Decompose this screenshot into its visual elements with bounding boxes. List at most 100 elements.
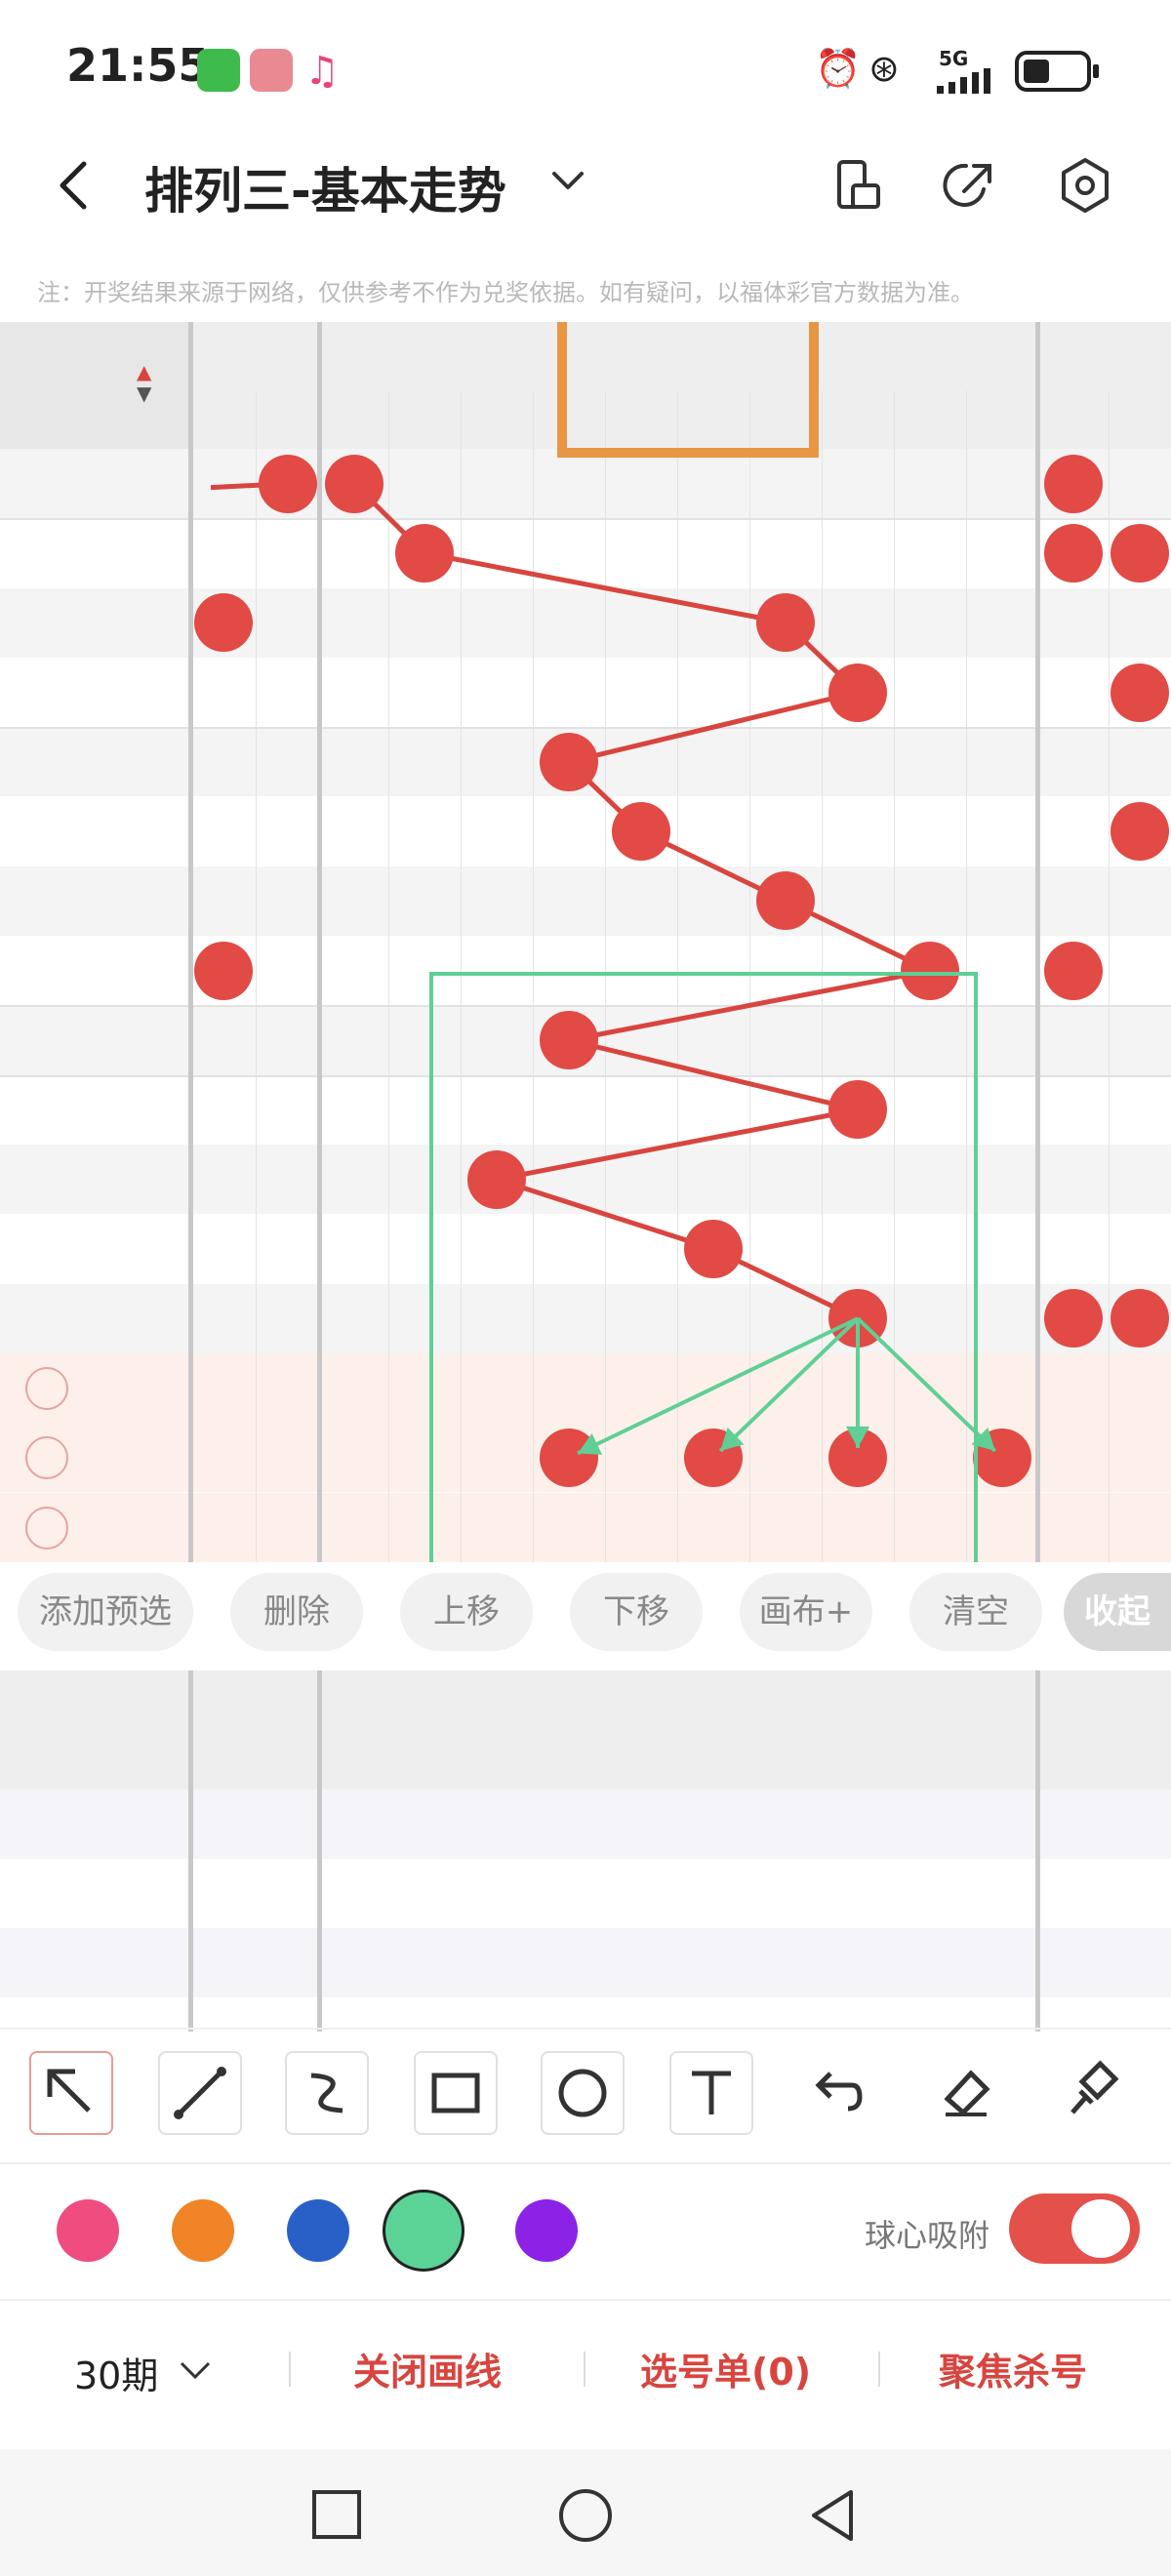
table-cell[interactable] bbox=[894, 1353, 966, 1423]
winning-ball[interactable] bbox=[1044, 523, 1103, 583]
table-cell[interactable] bbox=[191, 1493, 256, 1562]
table-cell[interactable] bbox=[605, 1423, 677, 1492]
table-cell[interactable] bbox=[388, 797, 461, 866]
table-cell[interactable] bbox=[605, 1214, 677, 1283]
period-select[interactable]: 30期 bbox=[74, 2346, 158, 2399]
table-cell[interactable] bbox=[966, 1214, 1038, 1283]
table-cell[interactable] bbox=[388, 727, 461, 796]
table-cell[interactable] bbox=[677, 1353, 749, 1423]
table-cell[interactable] bbox=[1038, 1145, 1109, 1214]
table-cell[interactable] bbox=[677, 588, 749, 658]
table-cell[interactable] bbox=[461, 1353, 533, 1423]
table-cell[interactable] bbox=[320, 1284, 388, 1353]
table-cell[interactable] bbox=[388, 1284, 461, 1353]
table-cell[interactable] bbox=[894, 449, 966, 518]
table-cell[interactable] bbox=[749, 518, 822, 587]
table-cell[interactable] bbox=[388, 936, 461, 1005]
table-cell[interactable] bbox=[1109, 1145, 1171, 1214]
table-cell[interactable] bbox=[388, 1005, 461, 1074]
table-cell[interactable] bbox=[191, 518, 256, 587]
table-cell[interactable] bbox=[894, 727, 966, 796]
table-cell[interactable] bbox=[388, 658, 461, 727]
move-down-button[interactable]: 下移 bbox=[570, 1573, 703, 1651]
rectangle-tool[interactable] bbox=[414, 2051, 498, 2135]
table-cell[interactable] bbox=[533, 1214, 605, 1283]
table-cell[interactable] bbox=[894, 1423, 966, 1492]
table-cell[interactable] bbox=[320, 1353, 388, 1423]
winning-ball[interactable] bbox=[395, 523, 454, 583]
table-cell[interactable] bbox=[533, 1145, 605, 1214]
table-cell[interactable] bbox=[320, 658, 388, 727]
table-cell[interactable] bbox=[677, 1493, 749, 1562]
table-cell[interactable] bbox=[388, 866, 461, 936]
table-cell[interactable] bbox=[966, 727, 1038, 796]
winning-ball[interactable] bbox=[540, 1011, 598, 1070]
table-cell[interactable] bbox=[677, 518, 749, 587]
table-cell[interactable] bbox=[894, 588, 966, 658]
pick-radio[interactable] bbox=[25, 1506, 68, 1550]
share-icon[interactable] bbox=[941, 156, 999, 215]
chevron-down-icon[interactable] bbox=[176, 2355, 215, 2385]
table-cell[interactable] bbox=[966, 1075, 1038, 1145]
table-cell[interactable] bbox=[822, 1493, 894, 1562]
table-cell[interactable] bbox=[256, 658, 320, 727]
table-cell[interactable] bbox=[966, 797, 1038, 866]
table-cell[interactable] bbox=[894, 797, 966, 866]
table-cell[interactable] bbox=[461, 866, 533, 936]
table-cell[interactable] bbox=[822, 449, 894, 518]
table-cell[interactable] bbox=[1109, 1493, 1171, 1562]
table-cell[interactable] bbox=[822, 588, 894, 658]
table-cell[interactable] bbox=[256, 797, 320, 866]
table-cell[interactable] bbox=[533, 1353, 605, 1423]
sort-icon[interactable]: ▲ ▼ bbox=[137, 361, 151, 404]
table-cell[interactable] bbox=[461, 449, 533, 518]
table-cell[interactable] bbox=[1038, 1075, 1109, 1145]
table-cell[interactable] bbox=[461, 1493, 533, 1562]
table-cell[interactable] bbox=[533, 1075, 605, 1145]
delete-button[interactable]: 删除 bbox=[230, 1573, 363, 1651]
winning-ball[interactable] bbox=[194, 941, 253, 1000]
table-cell[interactable] bbox=[894, 1214, 966, 1283]
table-cell[interactable] bbox=[749, 1284, 822, 1353]
table-cell[interactable] bbox=[191, 727, 256, 796]
table-cell[interactable] bbox=[677, 1075, 749, 1145]
close-drawing-button[interactable]: 关闭画线 bbox=[353, 2342, 502, 2395]
table-cell[interactable] bbox=[1109, 1214, 1171, 1283]
table-cell[interactable] bbox=[605, 1353, 677, 1423]
table-cell[interactable] bbox=[822, 1353, 894, 1423]
table-cell[interactable] bbox=[822, 866, 894, 936]
table-cell[interactable] bbox=[749, 727, 822, 796]
winning-ball[interactable] bbox=[612, 802, 670, 862]
table-cell[interactable] bbox=[461, 797, 533, 866]
table-cell[interactable] bbox=[1038, 1214, 1109, 1283]
table-cell[interactable] bbox=[256, 866, 320, 936]
winning-ball[interactable] bbox=[1044, 941, 1103, 1000]
winning-ball[interactable] bbox=[1110, 663, 1169, 722]
table-cell[interactable] bbox=[461, 727, 533, 796]
table-cell[interactable] bbox=[533, 658, 605, 727]
page-title[interactable]: 排列三-基本走势 bbox=[144, 152, 506, 222]
winning-ball[interactable] bbox=[194, 593, 253, 653]
table-cell[interactable] bbox=[966, 588, 1038, 658]
winning-ball[interactable] bbox=[684, 1219, 743, 1278]
table-cell[interactable] bbox=[191, 658, 256, 727]
table-cell[interactable] bbox=[256, 1353, 320, 1423]
table-cell[interactable] bbox=[605, 936, 677, 1005]
table-cell[interactable] bbox=[749, 797, 822, 866]
winning-ball[interactable] bbox=[1044, 1289, 1103, 1348]
table-cell[interactable] bbox=[966, 936, 1038, 1005]
pick-list-button[interactable]: 选号单(0) bbox=[640, 2342, 811, 2395]
table-cell[interactable] bbox=[677, 449, 749, 518]
winning-ball[interactable] bbox=[1044, 454, 1103, 513]
table-cell[interactable] bbox=[822, 1214, 894, 1283]
table-cell[interactable] bbox=[388, 1353, 461, 1423]
table-cell[interactable] bbox=[605, 588, 677, 658]
winning-ball[interactable] bbox=[828, 1289, 887, 1348]
table-cell[interactable] bbox=[461, 658, 533, 727]
table-cell[interactable] bbox=[320, 936, 388, 1005]
table-cell[interactable] bbox=[1038, 727, 1109, 796]
table-cell[interactable] bbox=[749, 1075, 822, 1145]
winning-ball[interactable] bbox=[259, 454, 317, 513]
table-cell[interactable] bbox=[1038, 1005, 1109, 1074]
table-cell[interactable] bbox=[256, 936, 320, 1005]
